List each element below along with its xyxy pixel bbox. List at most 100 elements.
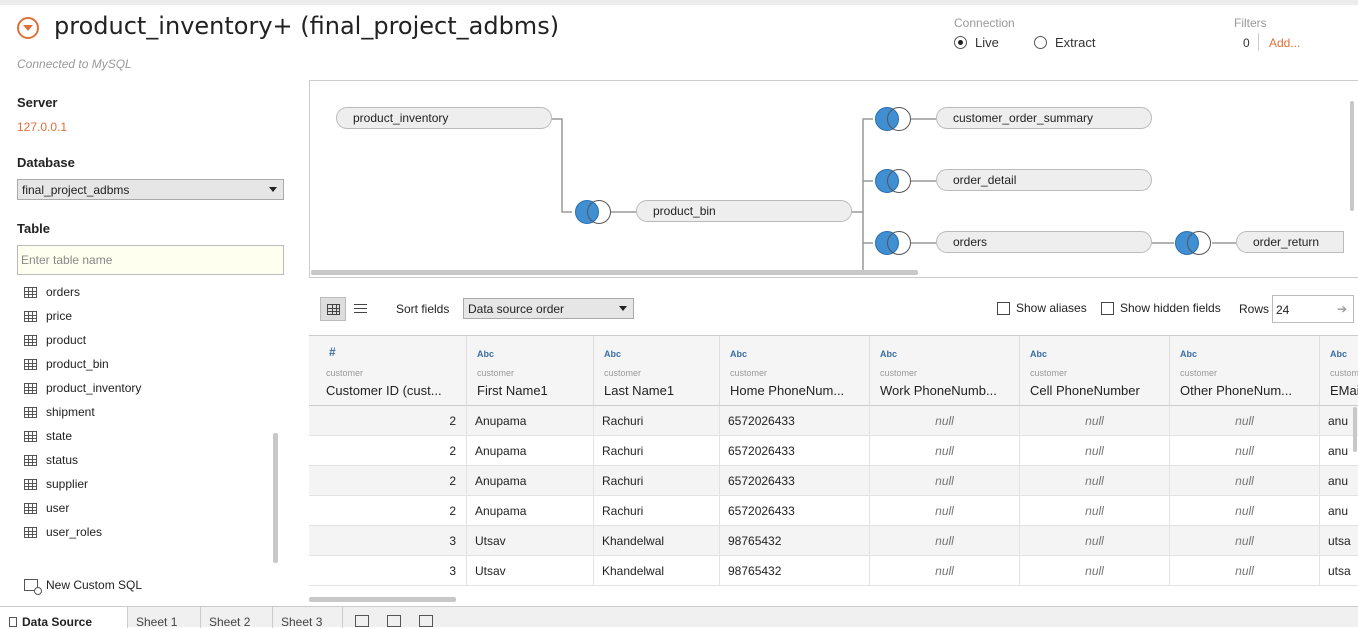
grid-header: # customer Customer ID (cust... Abc customer… — [309, 336, 1358, 406]
rows-input[interactable]: 24 ➔ — [1272, 295, 1354, 323]
grid-horizontal-scrollbar[interactable] — [309, 597, 456, 602]
grid-vertical-scrollbar[interactable] — [1353, 407, 1357, 452]
live-radio[interactable]: Live — [954, 35, 999, 50]
sort-fields-select[interactable]: Data source order — [463, 298, 634, 319]
list-view-button[interactable] — [347, 297, 373, 321]
table-item-supplier[interactable]: supplier — [24, 472, 274, 496]
canvas-vertical-scrollbar[interactable] — [1350, 101, 1354, 211]
table-item-label: orders — [46, 285, 81, 299]
table-cell: null — [1020, 436, 1170, 466]
column-header[interactable]: Abc customer First Name1 — [467, 336, 594, 405]
column-name: Other PhoneNum... — [1180, 383, 1292, 398]
table-icon — [24, 382, 37, 394]
column-header[interactable]: Abc customer Home PhoneNum... — [720, 336, 870, 405]
grid-body: 2 Anupama Rachuri 6572026433 null null null anu… — [309, 406, 1358, 586]
database-select[interactable]: final_project_adbms — [17, 179, 284, 200]
table-pill-product-inventory[interactable]: product_inventory — [336, 107, 552, 129]
new-dashboard-icon[interactable] — [387, 615, 401, 627]
table-item-label: product_bin — [46, 357, 109, 371]
table-cell: 2 — [309, 436, 467, 466]
string-type-icon[interactable]: Abc — [1030, 349, 1047, 359]
join-icon[interactable] — [575, 200, 611, 224]
table-cell: anu — [1320, 466, 1358, 496]
table-item-product[interactable]: product — [24, 328, 274, 352]
relationship-canvas[interactable]: product_inventory product_bin customer_o… — [309, 80, 1358, 278]
tab-data-source[interactable]: Data Source — [0, 607, 128, 629]
table-item-state[interactable]: state — [24, 424, 274, 448]
string-type-icon[interactable]: Abc — [880, 349, 897, 359]
string-type-icon[interactable]: Abc — [604, 349, 621, 359]
table-item-product-inventory[interactable]: product_inventory — [24, 376, 274, 400]
table-cell: null — [1020, 526, 1170, 556]
table-cell: Utsav — [467, 556, 594, 586]
table-pill-customer-order-summary[interactable]: customer_order_summary — [936, 107, 1152, 129]
table-cell: null — [1020, 556, 1170, 586]
column-header[interactable]: Abc customer EMai — [1320, 336, 1358, 405]
tab-sheet-1[interactable]: Sheet 1 — [128, 607, 201, 629]
table-row: 3 Utsav Khandelwal 98765432 null null null utsa — [309, 526, 1358, 556]
add-filter-link[interactable]: Add... — [1269, 36, 1300, 50]
checkbox-icon — [997, 301, 1010, 315]
string-type-icon[interactable]: Abc — [730, 349, 747, 359]
column-header[interactable]: Abc customer Cell PhoneNumber — [1020, 336, 1170, 405]
table-icon — [24, 502, 37, 514]
table-item-orders[interactable]: orders — [24, 280, 274, 304]
join-icon[interactable] — [875, 231, 911, 255]
join-icon[interactable] — [875, 169, 911, 193]
table-pill-order-detail[interactable]: order_detail — [936, 169, 1152, 191]
table-heading: Table — [17, 221, 50, 236]
column-header[interactable]: Abc customer Work PhoneNumb... — [870, 336, 1020, 405]
show-aliases-checkbox[interactable]: Show aliases — [997, 301, 1087, 315]
table-item-product-bin[interactable]: product_bin — [24, 352, 274, 376]
string-type-icon[interactable]: Abc — [477, 349, 494, 359]
table-pill-order-return[interactable]: order_return — [1236, 231, 1344, 253]
table-item-shipment[interactable]: shipment — [24, 400, 274, 424]
column-header[interactable]: Abc customer Other PhoneNum... — [1170, 336, 1320, 405]
table-pill-product-bin[interactable]: product_bin — [636, 200, 852, 222]
tab-sheet-3[interactable]: Sheet 3 — [273, 607, 343, 629]
column-name: Home PhoneNum... — [730, 383, 845, 398]
server-value-link[interactable]: 127.0.0.1 — [17, 120, 67, 134]
table-icon — [24, 430, 37, 442]
table-item-status[interactable]: status — [24, 448, 274, 472]
new-worksheet-icon[interactable] — [355, 615, 369, 627]
new-custom-sql-label: New Custom SQL — [46, 578, 143, 592]
arrow-right-icon[interactable]: ➔ — [1337, 302, 1347, 316]
database-heading: Database — [17, 155, 75, 170]
sidebar-scrollbar[interactable] — [273, 433, 278, 563]
datasource-menu-icon[interactable] — [17, 17, 39, 39]
table-item-price[interactable]: price — [24, 304, 274, 328]
new-custom-sql-item[interactable]: New Custom SQL — [24, 578, 143, 595]
column-header[interactable]: # customer Customer ID (cust... — [309, 336, 467, 405]
show-hidden-fields-checkbox[interactable]: Show hidden fields — [1101, 301, 1221, 315]
table-cell: Anupama — [467, 436, 594, 466]
table-cell: 6572026433 — [720, 466, 870, 496]
table-row: 3 Utsav Khandelwal 98765432 null null null utsa — [309, 556, 1358, 586]
table-icon — [24, 358, 37, 370]
server-heading: Server — [17, 95, 58, 110]
table-pill-orders[interactable]: orders — [936, 231, 1152, 253]
string-type-icon[interactable]: Abc — [1180, 349, 1197, 359]
join-icon[interactable] — [875, 107, 911, 131]
table-item-label: status — [46, 453, 79, 467]
join-icon[interactable] — [1175, 231, 1211, 255]
table-cell: Rachuri — [594, 496, 720, 526]
canvas-horizontal-scrollbar[interactable] — [311, 270, 918, 275]
table-item-user-roles[interactable]: user_roles — [24, 520, 274, 544]
column-source: customer — [1180, 368, 1218, 378]
datasource-title[interactable]: product_inventory+ (final_project_adbms) — [54, 12, 559, 40]
grid-view-button[interactable] — [320, 297, 346, 321]
column-header[interactable]: Abc customer Last Name1 — [594, 336, 720, 405]
tab-sheet-2[interactable]: Sheet 2 — [201, 607, 273, 629]
number-type-icon[interactable]: # — [329, 345, 336, 359]
table-search-input[interactable]: Enter table name — [17, 245, 284, 275]
extract-radio[interactable]: Extract — [1034, 35, 1095, 50]
table-icon — [24, 478, 37, 490]
table-cell: Rachuri — [594, 406, 720, 436]
custom-sql-icon — [24, 579, 42, 595]
table-item-label: supplier — [46, 477, 89, 491]
string-type-icon[interactable]: Abc — [1330, 349, 1347, 359]
table-item-user[interactable]: user — [24, 496, 274, 520]
new-story-icon[interactable] — [419, 615, 433, 627]
column-source: customer — [730, 368, 768, 378]
